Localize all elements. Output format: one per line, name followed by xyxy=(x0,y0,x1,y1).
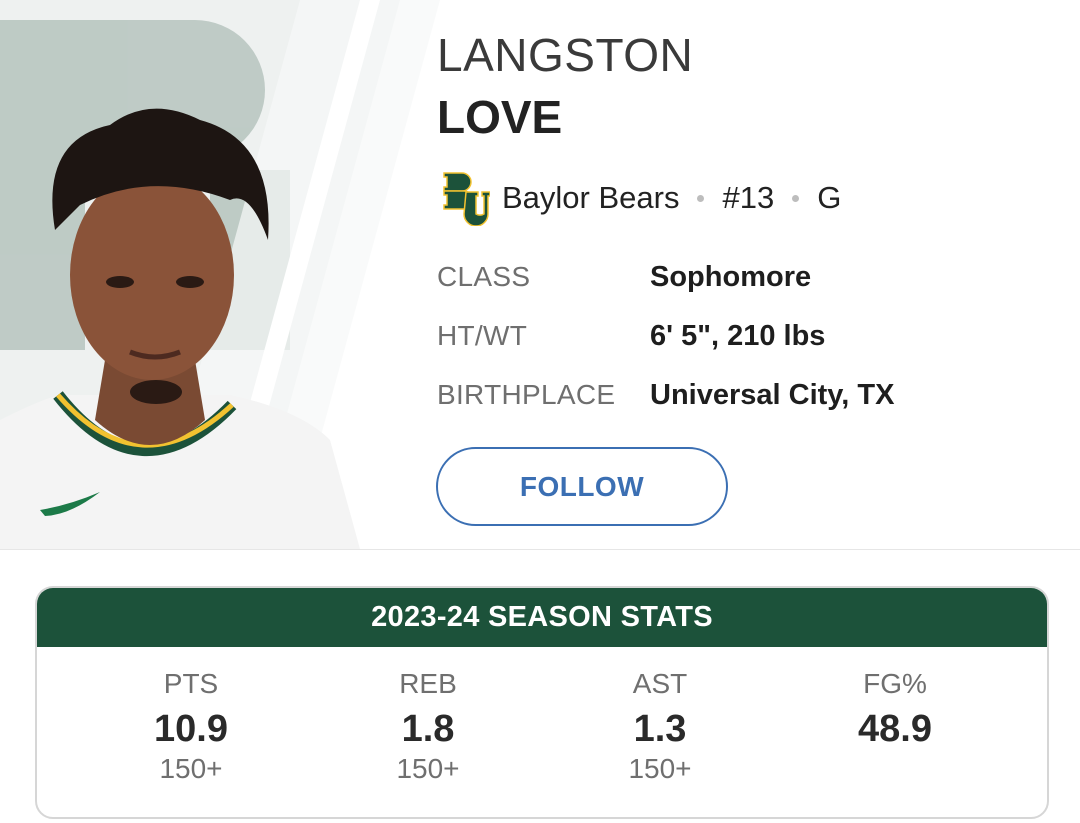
stat-rank: 150+ xyxy=(396,753,460,784)
stat-label: REB xyxy=(399,668,457,699)
player-header: LANGSTON LOVE Baylor Bears #13 G CLASS S… xyxy=(0,0,1080,550)
info-value: Universal City, TX xyxy=(650,378,895,411)
separator-dot xyxy=(697,194,705,202)
season-stats-card: 2023-24 SEASON STATS PTS 10.9 150+ REB 1… xyxy=(35,586,1049,819)
info-value: Sophomore xyxy=(650,260,812,293)
stat-label: AST xyxy=(632,668,688,699)
baylor-bu-logo-icon xyxy=(443,172,490,226)
stat-label: PTS xyxy=(163,668,219,699)
stat-ast: AST 1.3 150+ xyxy=(570,668,750,790)
info-row-birthplace: BIRTHPLACE Universal City, TX xyxy=(437,375,894,415)
player-position: G xyxy=(817,180,842,215)
info-label: CLASS xyxy=(437,261,531,292)
divider xyxy=(0,549,1080,550)
stat-value: 1.3 xyxy=(633,708,687,750)
follow-button[interactable]: FOLLOW xyxy=(436,447,728,526)
stat-value: 48.9 xyxy=(858,708,932,750)
info-value: 6' 5", 210 lbs xyxy=(650,319,826,352)
stat-pts: PTS 10.9 150+ xyxy=(101,668,281,790)
team-row: Baylor Bears #13 G xyxy=(440,170,841,226)
stat-rank: 150+ xyxy=(628,753,692,784)
player-first-name: LANGSTON xyxy=(437,29,694,81)
jersey-number: #13 xyxy=(722,180,775,215)
stat-rank: 150+ xyxy=(159,753,223,784)
separator-dot xyxy=(792,194,800,202)
season-stats-title: 2023-24 SEASON STATS xyxy=(37,588,1047,647)
stat-reb: REB 1.8 150+ xyxy=(338,668,518,790)
player-photo xyxy=(0,0,440,549)
player-last-name: LOVE xyxy=(437,91,563,143)
info-row-class: CLASS Sophomore xyxy=(437,257,811,297)
info-label: HT/WT xyxy=(437,320,528,351)
stat-fg-pct: FG% 48.9 xyxy=(805,668,985,790)
stat-label: FG% xyxy=(863,668,927,699)
stat-value: 1.8 xyxy=(401,708,455,750)
team-name[interactable]: Baylor Bears xyxy=(502,180,679,216)
info-row-ht-wt: HT/WT 6' 5", 210 lbs xyxy=(437,316,825,356)
stat-value: 10.9 xyxy=(154,708,228,750)
info-label: BIRTHPLACE xyxy=(437,379,616,410)
